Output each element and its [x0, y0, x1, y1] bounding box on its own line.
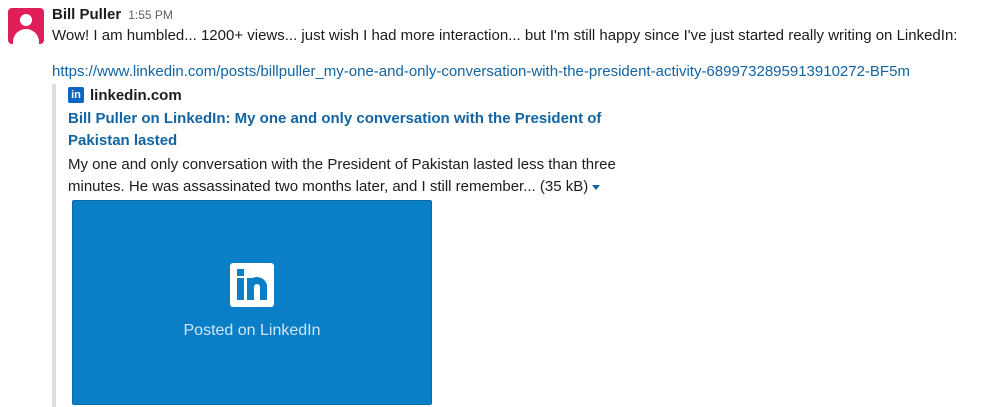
- link-unfurl-attachment: in linkedin.com Bill Puller on LinkedIn:…: [52, 84, 652, 407]
- message-link[interactable]: https://www.linkedin.com/posts/billpulle…: [52, 61, 972, 83]
- attachment-title-link[interactable]: Bill Puller on LinkedIn: My one and only…: [68, 108, 638, 152]
- message-text: Wow! I am humbled... 1200+ views... just…: [52, 27, 958, 44]
- service-name: linkedin.com: [90, 86, 182, 104]
- collapse-caret-icon[interactable]: [592, 184, 601, 190]
- attachment-preview-image[interactable]: Posted on LinkedIn: [72, 200, 432, 405]
- attachment-description-text: My one and only conversation with the Pr…: [68, 156, 616, 195]
- avatar-head-shape: [20, 14, 32, 26]
- attachment-size: (35 kB): [539, 178, 589, 195]
- preview-caption: Posted on LinkedIn: [183, 322, 321, 339]
- message: Bill Puller 1:55 PM Wow! I am humbled...…: [52, 6, 972, 83]
- user-avatar[interactable]: [8, 8, 44, 44]
- attachment-service: in linkedin.com: [68, 84, 652, 106]
- linkedin-logo-icon: [230, 263, 274, 307]
- author-name[interactable]: Bill Puller: [52, 6, 121, 23]
- linkedin-icon: in: [68, 87, 84, 103]
- message-timestamp[interactable]: 1:55 PM: [128, 8, 173, 22]
- attachment-description: My one and only conversation with the Pr…: [68, 154, 628, 198]
- avatar-body-shape: [13, 29, 39, 44]
- message-header: Bill Puller 1:55 PM: [52, 6, 972, 23]
